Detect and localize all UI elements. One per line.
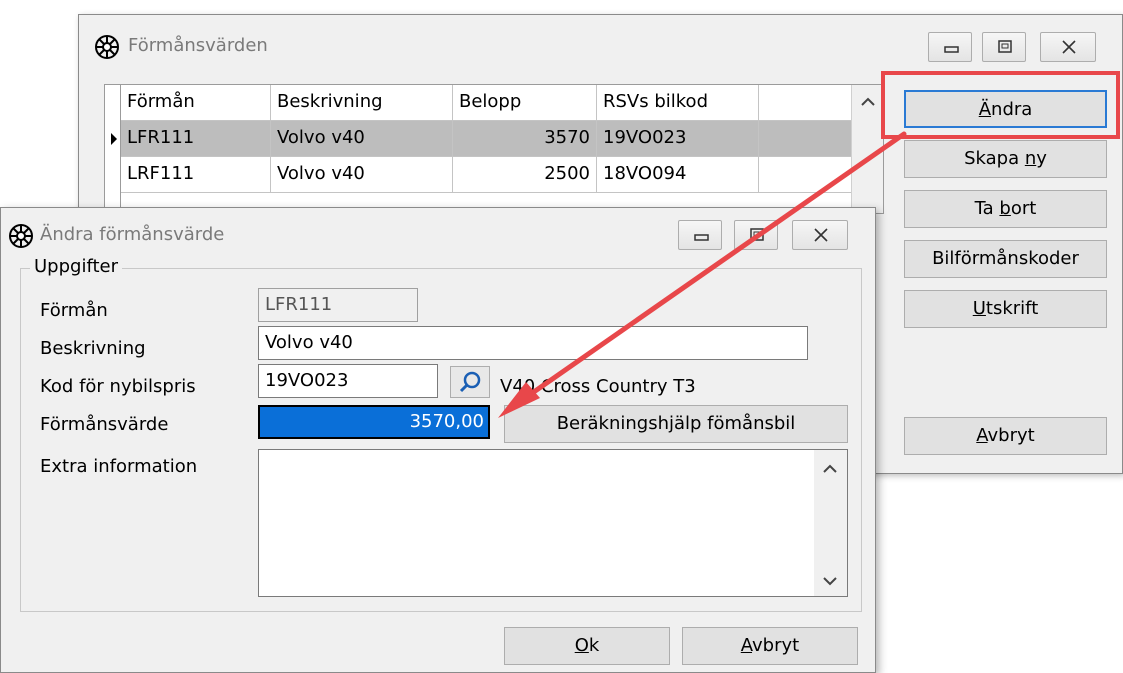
annotation-arrow [498, 131, 907, 418]
